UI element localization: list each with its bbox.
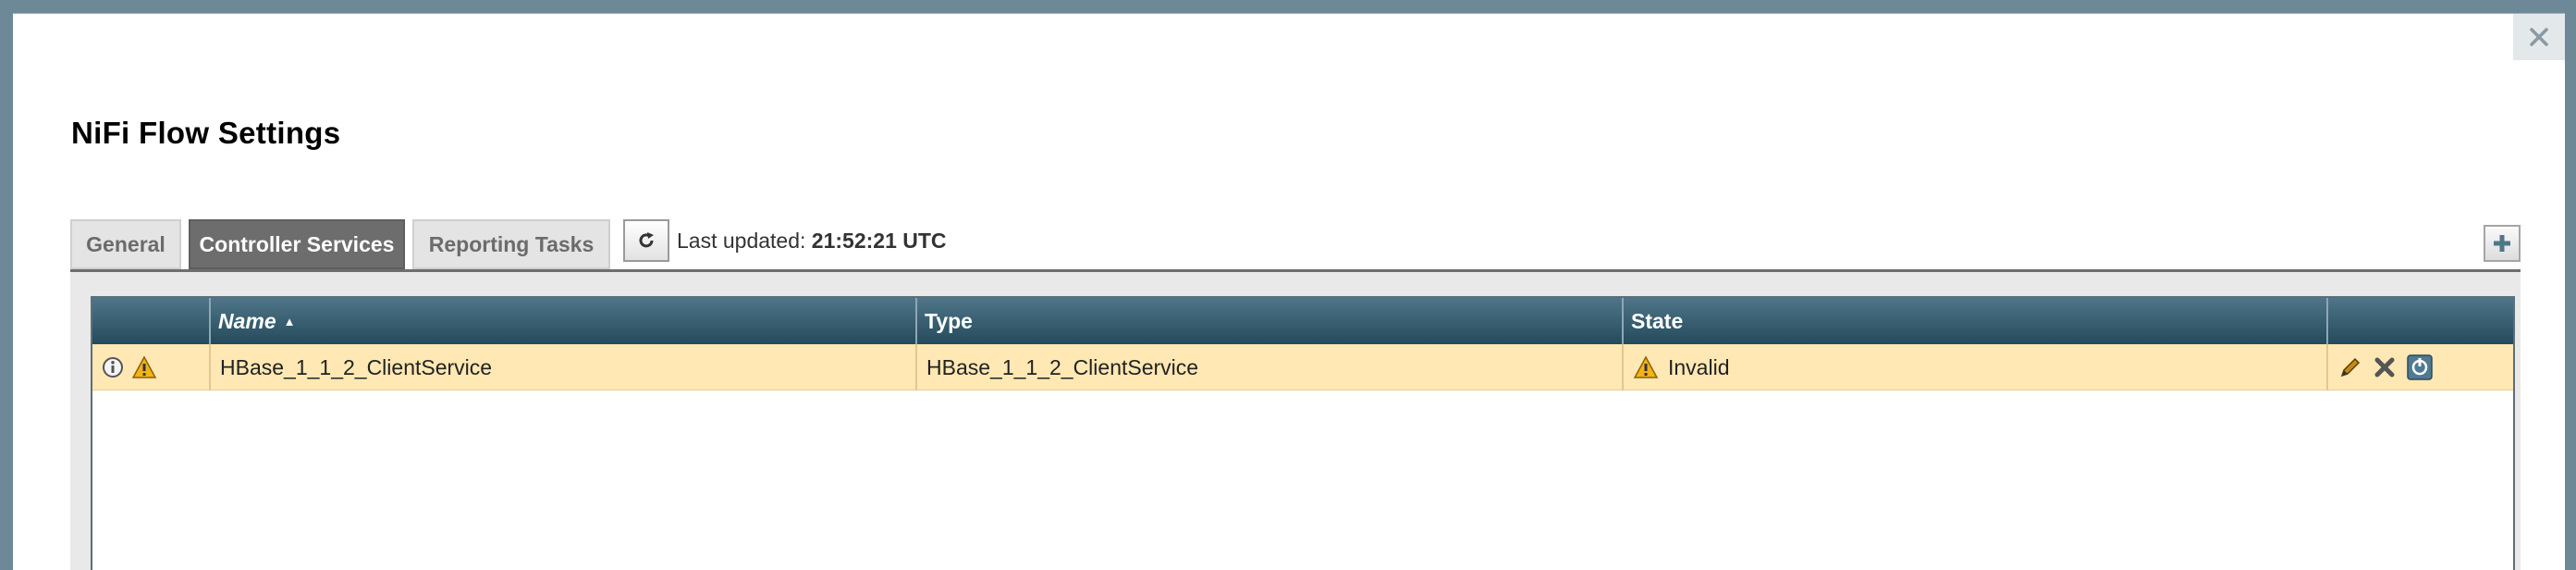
refresh-button[interactable] <box>623 219 669 262</box>
tab-general[interactable]: General <box>70 219 181 269</box>
refresh-icon <box>636 230 656 251</box>
enable-icon[interactable] <box>2406 353 2434 381</box>
last-updated-label: Last updated: <box>677 229 806 253</box>
row-type: HBase_1_1_2_ClientService <box>917 344 1624 390</box>
tab-reporting-tasks[interactable]: Reporting Tasks <box>412 219 610 269</box>
warning-icon[interactable] <box>131 355 157 379</box>
controller-services-table: Name ▲ Type State HBase_1_1_2_ClientServ… <box>91 296 2515 570</box>
column-header-name[interactable]: Name ▲ <box>211 298 917 344</box>
column-header-icons <box>92 298 211 344</box>
column-header-state[interactable]: State <box>1624 298 2328 344</box>
sort-ascending-icon: ▲ <box>283 314 296 328</box>
table-header: Name ▲ Type State <box>92 298 2513 344</box>
row-actions <box>2328 344 2513 390</box>
row-status-icons <box>92 344 211 390</box>
close-icon <box>2529 27 2549 47</box>
flow-settings-dialog: NiFi Flow Settings General Controller Se… <box>13 13 2565 570</box>
dialog-title: NiFi Flow Settings <box>71 116 341 150</box>
column-header-type[interactable]: Type <box>917 298 1624 344</box>
row-state: Invalid <box>1624 344 2328 390</box>
close-button[interactable] <box>2513 14 2565 60</box>
row-name: HBase_1_1_2_ClientService <box>211 344 917 390</box>
tab-bar: General Controller Services Reporting Ta… <box>70 217 2521 273</box>
plus-icon <box>2491 232 2513 254</box>
table-row[interactable]: HBase_1_1_2_ClientService HBase_1_1_2_Cl… <box>92 344 2513 390</box>
column-header-actions <box>2328 298 2513 344</box>
last-updated-value: 21:52:21 UTC <box>811 229 947 253</box>
row-state-label: Invalid <box>1668 354 1730 379</box>
controller-services-panel: Name ▲ Type State HBase_1_1_2_ClientServ… <box>70 272 2521 570</box>
warning-icon <box>1633 355 1659 379</box>
remove-icon[interactable] <box>2373 355 2397 379</box>
add-controller-service-button[interactable] <box>2484 225 2521 262</box>
tab-controller-services[interactable]: Controller Services <box>189 219 405 269</box>
last-updated-status: Last updated: 21:52:21 UTC <box>677 229 947 254</box>
edit-icon[interactable] <box>2337 354 2363 380</box>
info-icon[interactable] <box>102 356 124 378</box>
